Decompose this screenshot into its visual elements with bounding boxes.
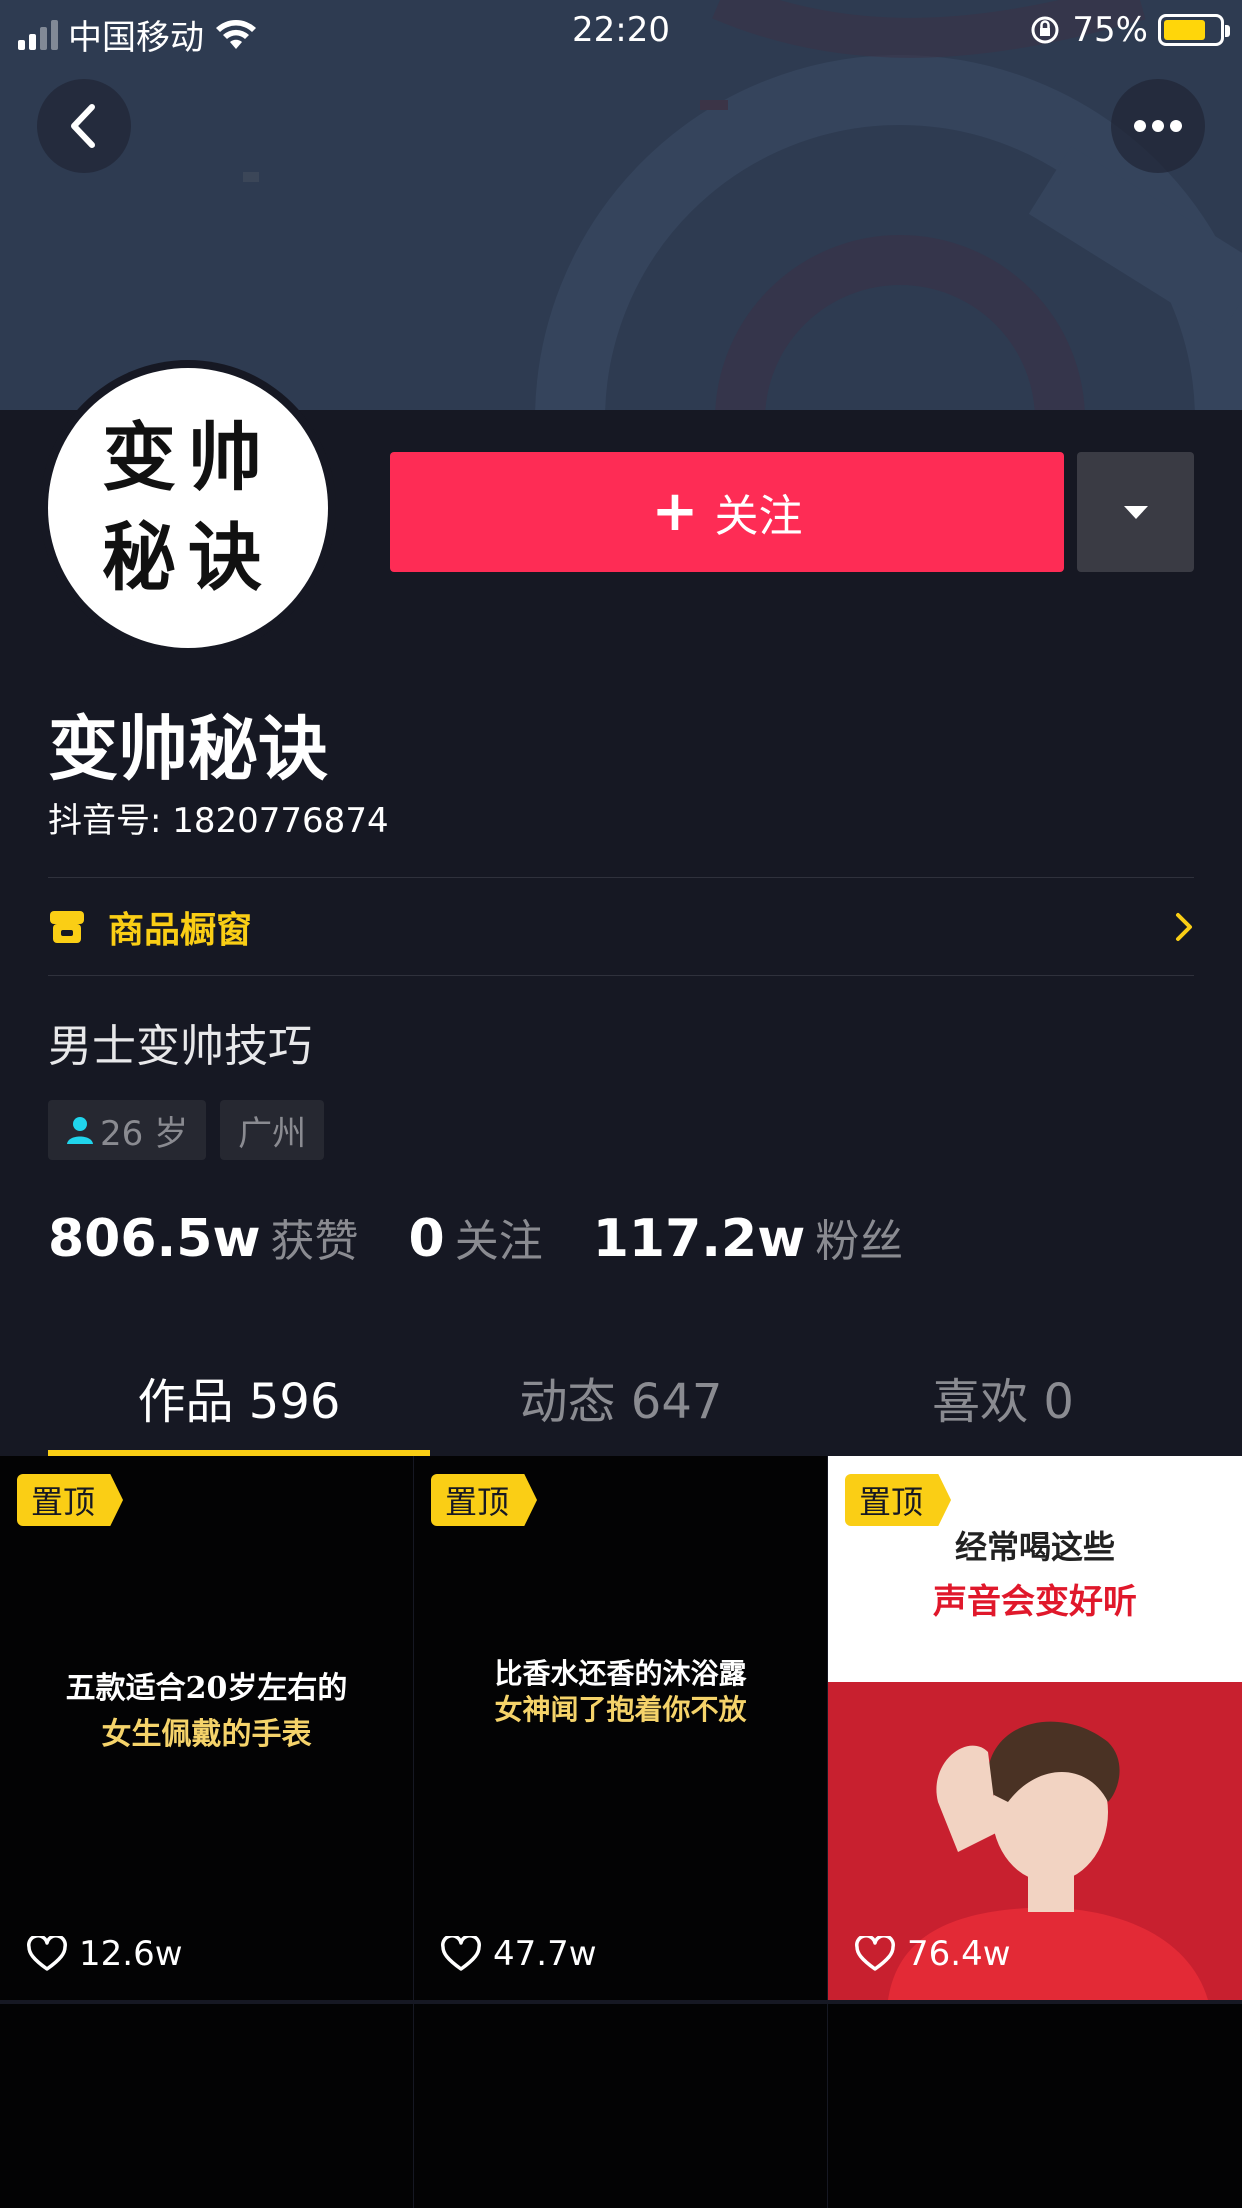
likes-count: 47.7w [493,1934,597,1974]
location-label: 广州 [238,1113,307,1154]
douyin-id: 抖音号: 1820776874 [48,801,389,841]
likes-count: 12.6w [79,1934,183,1974]
tab-moments[interactable]: 动态 647 [430,1350,812,1456]
profile-stats: 806.5w 获赞 0 关注 117.2w 粉丝 [48,1205,953,1269]
video-grid: 置顶 五款适合20岁左右的 女生佩戴的手表 12.6w 置顶 比香水还香的沐浴露… [0,1456,1242,2208]
video-thumbnail[interactable]: 置顶 五款适合20岁左右的 女生佩戴的手表 12.6w [0,1456,413,2000]
stat-followers[interactable]: 117.2w 粉丝 [593,1205,904,1269]
caret-down-icon [1123,506,1148,519]
caption-line2: 女生佩戴的手表 [101,1717,312,1752]
video-thumbnail[interactable] [0,2004,413,2208]
shop-window-label: 商品橱窗 [108,910,253,951]
divider [48,975,1194,976]
more-dots-icon [1134,120,1182,132]
stat-number: 0 [408,1209,445,1269]
heart-icon [855,1936,895,1971]
more-options-button[interactable] [1111,79,1205,173]
chevron-right-icon [1176,913,1192,941]
pinned-badge: 置顶 [431,1474,538,1526]
stat-label: 获赞 [270,1216,359,1267]
shop-window-row[interactable]: 商品橱窗 [48,878,1194,976]
stat-number: 806.5w [48,1209,261,1269]
person-icon [67,1117,93,1144]
video-thumbnail[interactable]: 经常喝这些 声音会变好听 置顶 76.4w [828,1456,1242,2000]
chevron-left-icon [71,104,95,148]
recommend-dropdown-button[interactable] [1077,452,1194,572]
battery-percent: 75% [1072,10,1148,50]
video-thumbnail[interactable] [828,2004,1242,2208]
shop-icon [50,911,84,943]
age-label: 26 岁 [100,1113,189,1154]
battery-icon [1158,14,1230,46]
heart-icon [441,1936,481,1971]
video-likes: 76.4w [855,1934,1011,1974]
orientation-lock-icon [1031,16,1059,44]
profile-banner: 中国移动 22:20 75% [0,0,1242,410]
likes-count: 76.4w [907,1934,1011,1974]
video-likes: 12.6w [27,1934,183,1974]
avatar-text-line2: 秘诀 [102,515,274,601]
stat-label: 粉丝 [815,1216,904,1267]
caption-line1: 经常喝这些 [954,1528,1115,1566]
heart-icon [27,1936,67,1971]
video-caption: 五款适合20岁左右的 女生佩戴的手表 [0,1666,413,1758]
avatar[interactable]: 变帅 秘诀 [40,360,336,656]
follow-button[interactable]: + 关注 [390,452,1064,572]
bio-text: 男士变帅技巧 [48,1021,312,1072]
location-tag: 广州 [220,1100,325,1160]
tab-works[interactable]: 作品 596 [48,1350,430,1456]
profile-tags: 26 岁 广州 [48,1100,325,1160]
banner-background [0,0,1242,410]
profile-tabs: 作品 596 动态 647 喜欢 0 [48,1350,1194,1456]
pinned-badge: 置顶 [845,1474,952,1526]
stat-label: 关注 [454,1216,543,1267]
caption-line1: 比香水还香的沐浴露 [494,1657,747,1690]
back-button[interactable] [37,79,131,173]
video-likes: 47.7w [441,1934,597,1974]
status-bar: 中国移动 22:20 75% [0,0,1242,60]
stat-number: 117.2w [592,1209,806,1269]
video-caption: 比香水还香的沐浴露 女神闻了抱着你不放 [414,1656,827,1728]
video-thumbnail[interactable]: 置顶 比香水还香的沐浴露 女神闻了抱着你不放 47.7w [414,1456,827,2000]
stat-following[interactable]: 0 关注 [409,1205,543,1269]
avatar-text-line1: 变帅 [102,415,274,501]
follow-label: 关注 [714,491,803,542]
profile-name: 变帅秘诀 [48,708,328,790]
caption-line2: 声音会变好听 [933,1582,1137,1622]
pinned-badge: 置顶 [17,1474,124,1526]
stat-likes[interactable]: 806.5w 获赞 [48,1205,359,1269]
caption-line2: 女神闻了抱着你不放 [494,1693,747,1726]
plus-icon: + [651,479,699,544]
avatar-image: 变帅 秘诀 [48,368,328,648]
caption-line1: 五款适合20岁左右的 [65,1671,348,1706]
battery-fill [1164,20,1205,40]
age-tag: 26 岁 [48,1100,207,1160]
video-thumbnail[interactable] [414,2004,827,2208]
tab-likes[interactable]: 喜欢 0 [812,1350,1194,1456]
